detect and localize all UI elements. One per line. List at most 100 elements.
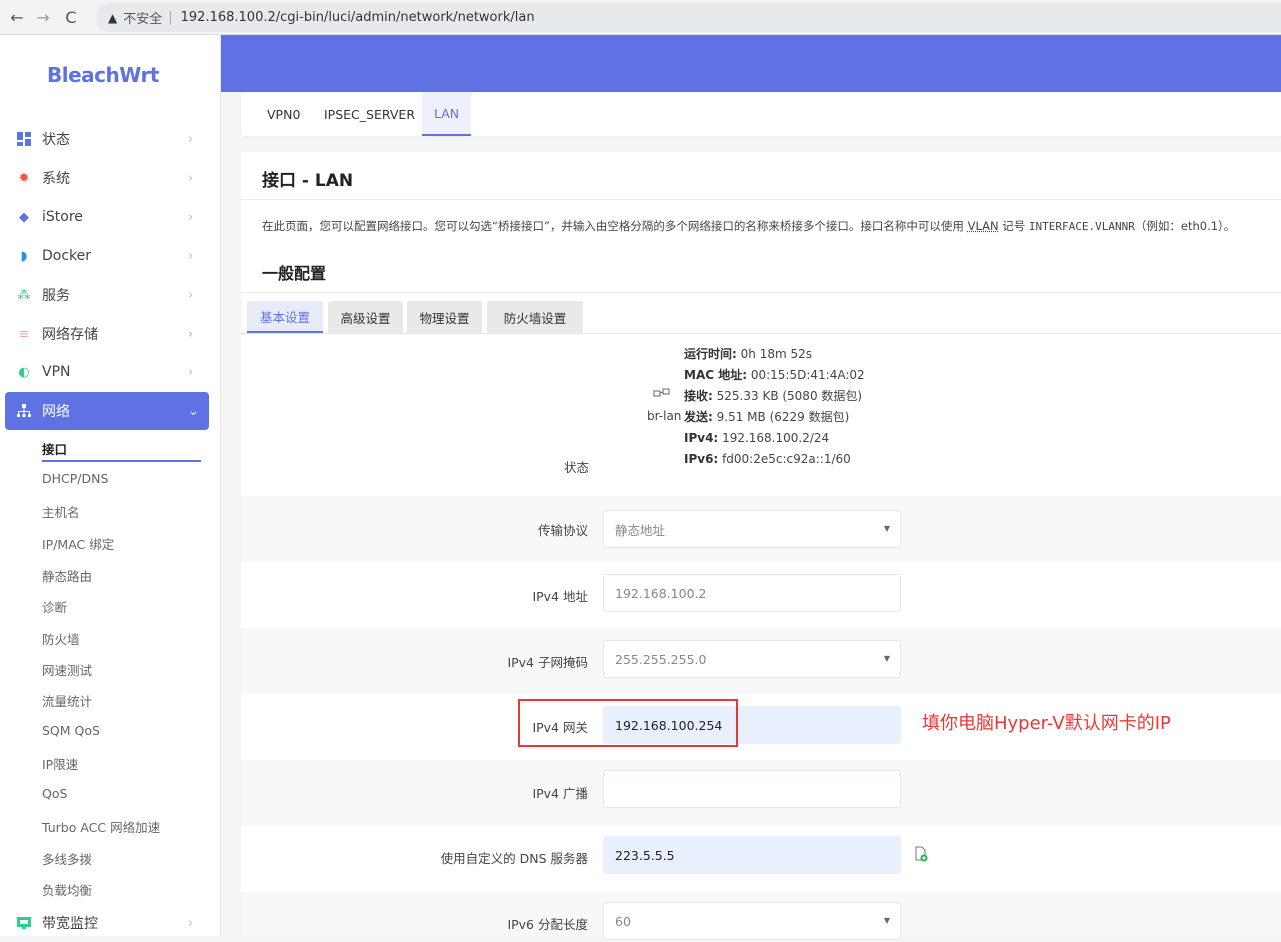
- tab-vpn0[interactable]: VPN0: [255, 92, 312, 136]
- address-bar[interactable]: ▲ 不安全 | 192.168.100.2/cgi-bin/luci/admin…: [96, 3, 1281, 32]
- add-dns-icon[interactable]: [913, 846, 929, 862]
- browser-toolbar: ← → C ▲ 不安全 | 192.168.100.2/cgi-bin/luci…: [0, 0, 1281, 35]
- status-key: 接收:: [684, 389, 713, 403]
- tab-firewall-settings[interactable]: 防火墙设置: [487, 301, 583, 333]
- sidebar-item-istore[interactable]: ◆ iStore ›: [0, 198, 221, 236]
- dns-input[interactable]: 223.5.5.5: [603, 836, 901, 874]
- forward-arrow-icon[interactable]: →: [32, 8, 54, 27]
- monitor-icon: [16, 915, 32, 931]
- submenu-ip-limit[interactable]: IP限速: [42, 754, 78, 773]
- description-text: 在此页面，您可以配置网络接口。您可以勾选“桥接接口”，并输入由空格分隔的多个网络…: [262, 219, 968, 233]
- submenu-turbo-acc[interactable]: Turbo ACC 网络加速: [42, 817, 160, 836]
- chevron-right-icon: ›: [188, 209, 194, 225]
- submenu-speedtest[interactable]: 网速测试: [42, 660, 92, 679]
- divider: [241, 199, 1281, 200]
- submenu-hostnames[interactable]: 主机名: [42, 502, 80, 521]
- submenu-interfaces[interactable]: 接口: [42, 439, 67, 458]
- netmask-select[interactable]: 255.255.255.0 ▼: [603, 640, 901, 678]
- broadcast-row: IPv4 广播: [241, 760, 1281, 826]
- gear-icon: ✹: [18, 170, 30, 186]
- sidebar-item-docker[interactable]: ◗ Docker ›: [0, 237, 221, 275]
- tab-physical-settings[interactable]: 物理设置: [407, 301, 482, 333]
- status-value: 9.51 MB (6229 数据包): [716, 410, 850, 424]
- status-key: IPv6:: [684, 452, 719, 466]
- back-arrow-icon[interactable]: ←: [6, 8, 28, 27]
- submenu-static-routes[interactable]: 静态路由: [42, 566, 92, 585]
- ipv4-address-input[interactable]: 192.168.100.2: [603, 574, 901, 612]
- tab-ipsec-server[interactable]: IPSEC_SERVER: [312, 92, 427, 136]
- sidebar-item-bandwidth-monitor[interactable]: 带宽监控 ›: [0, 904, 221, 942]
- annotation-text: 填你电脑Hyper-V默认网卡的IP: [922, 713, 1171, 734]
- tab-basic-settings[interactable]: 基本设置: [247, 301, 323, 333]
- tab-lan[interactable]: LAN: [422, 92, 472, 136]
- sidebar-item-label: Docker: [42, 248, 92, 264]
- submenu-qos[interactable]: QoS: [42, 786, 67, 801]
- chevron-right-icon: ›: [188, 248, 194, 264]
- dropdown-caret-icon: ▼: [883, 524, 890, 533]
- chevron-down-icon: ⌄: [188, 403, 199, 419]
- dns-row: 使用自定义的 DNS 服务器 223.5.5.5: [241, 826, 1281, 892]
- status-tx: 发送: 9.51 MB (6229 数据包): [684, 407, 865, 428]
- chevron-right-icon: ›: [188, 170, 194, 186]
- submenu-dhcp-dns[interactable]: DHCP/DNS: [42, 471, 108, 486]
- status-label: 状态: [564, 460, 590, 475]
- chevron-right-icon: ›: [188, 915, 194, 931]
- chevron-right-icon: ›: [188, 364, 194, 380]
- broadcast-input[interactable]: [603, 770, 901, 808]
- status-value: 0h 18m 52s: [740, 347, 812, 361]
- url-text[interactable]: 192.168.100.2/cgi-bin/luci/admin/network…: [181, 10, 535, 25]
- submenu-ip-mac-binding[interactable]: IP/MAC 绑定: [42, 534, 114, 553]
- description-text: 记号: [998, 219, 1029, 233]
- address-separator: |: [168, 10, 173, 25]
- divider: [241, 292, 1281, 293]
- sidebar-item-label: VPN: [42, 364, 71, 380]
- submenu-diagnostics[interactable]: 诊断: [42, 597, 67, 616]
- interface-config-card: 接口 - LAN 在此页面，您可以配置网络接口。您可以勾选“桥接接口”，并输入由…: [241, 152, 1281, 940]
- status-key: MAC 地址:: [684, 368, 748, 382]
- page-title: 接口 - LAN: [262, 171, 354, 191]
- protocol-row: 传输协议 静态地址 ▼: [241, 496, 1281, 562]
- storage-icon: ≡: [18, 326, 30, 342]
- sidebar-item-vpn[interactable]: ◐ VPN ›: [0, 353, 221, 391]
- sidebar-item-storage[interactable]: ≡ 网络存储 ›: [0, 315, 221, 353]
- ipv6-assign-value: 60: [615, 913, 631, 929]
- ethernet-icon: [653, 386, 671, 400]
- network-icon: [16, 403, 32, 419]
- reload-icon[interactable]: C: [60, 8, 82, 27]
- insecure-label: 不安全: [123, 12, 163, 27]
- netmask-label: IPv4 子网掩码: [507, 655, 588, 670]
- status-mac: MAC 地址: 00:15:5D:41:4A:02: [684, 365, 865, 386]
- chevron-right-icon: ›: [188, 326, 194, 342]
- broadcast-label: IPv4 广播: [532, 786, 588, 801]
- status-value: 525.33 KB (5080 数据包): [716, 389, 863, 403]
- submenu-firewall[interactable]: 防火墙: [42, 629, 80, 648]
- status-ipv4: IPv4: 192.168.100.2/24: [684, 428, 865, 449]
- status-value: 00:15:5D:41:4A:02: [750, 368, 865, 382]
- protocol-label: 传输协议: [537, 523, 588, 538]
- status-uptime: 运行时间: 0h 18m 52s: [684, 344, 865, 365]
- dropdown-caret-icon: ▼: [883, 916, 890, 925]
- sidebar-item-network[interactable]: 网络 ⌄: [5, 392, 209, 430]
- status-rx: 接收: 525.33 KB (5080 数据包): [684, 386, 865, 407]
- submenu-sqm-qos[interactable]: SQM QoS: [42, 723, 100, 738]
- brand-logo[interactable]: BleachWrt: [47, 63, 159, 87]
- section-title: 一般配置: [262, 264, 327, 283]
- protocol-select[interactable]: 静态地址 ▼: [603, 510, 901, 548]
- sidebar-item-system[interactable]: ✹ 系统 ›: [0, 159, 221, 197]
- sidebar-item-services[interactable]: ⁂ 服务 ›: [0, 276, 221, 314]
- ipv6-assign-select[interactable]: 60 ▼: [603, 902, 901, 940]
- description-text: （例如：eth0.1）。: [1134, 219, 1236, 233]
- submenu-load-balance[interactable]: 负载均衡: [42, 880, 92, 899]
- sidebar-item-status[interactable]: 状态 ›: [0, 120, 221, 158]
- submenu-traffic-stats[interactable]: 流量统计: [42, 691, 92, 710]
- ipv4-address-row: IPv4 地址 192.168.100.2: [241, 562, 1281, 628]
- tab-advanced-settings[interactable]: 高级设置: [328, 301, 403, 333]
- page-description: 在此页面，您可以配置网络接口。您可以勾选“桥接接口”，并输入由空格分隔的多个网络…: [262, 218, 1235, 234]
- status-key: IPv4:: [684, 431, 719, 445]
- submenu-multi-dial[interactable]: 多线多拨: [42, 849, 92, 868]
- vpn-icon: ◐: [18, 364, 30, 380]
- submenu-active-indicator: [42, 460, 201, 462]
- dns-label: 使用自定义的 DNS 服务器: [440, 851, 588, 866]
- protocol-value: 静态地址: [615, 522, 666, 538]
- device-name: br-lan: [647, 409, 682, 423]
